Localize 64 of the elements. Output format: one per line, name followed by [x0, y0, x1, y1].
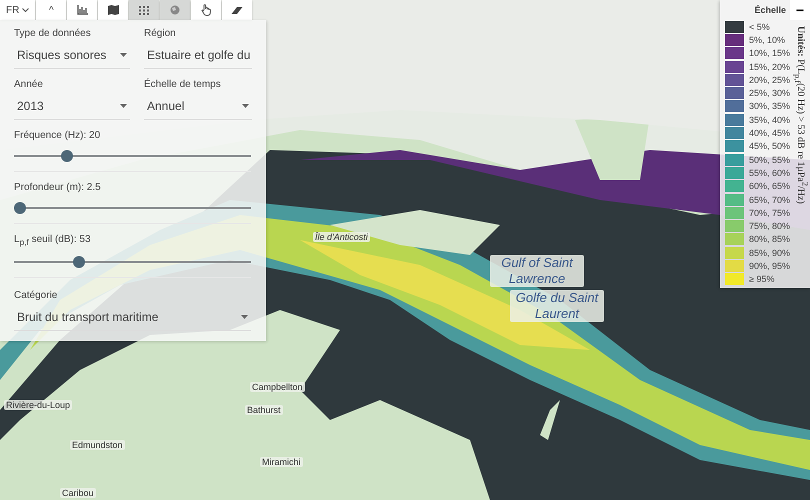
field-label: Année: [14, 79, 44, 90]
dropdown-field[interactable]: 2013: [14, 90, 130, 120]
grid-icon: [139, 6, 150, 14]
hand-icon: [201, 4, 212, 16]
caret-icon: [22, 8, 30, 12]
globe-icon: [170, 5, 180, 15]
slider-thumb[interactable]: [72, 256, 84, 268]
dropdown-field[interactable]: Bruit du transport maritime: [14, 301, 251, 331]
legend-label: 40%, 45%: [749, 128, 790, 138]
legend-label: 85%, 90%: [749, 248, 790, 258]
collapse-button[interactable]: ^: [36, 0, 66, 20]
slider-label: L$_{p,f}$ seuil (dB): 53: [14, 234, 92, 247]
slider-thumb[interactable]: [61, 150, 74, 162]
field-label: Échelle de temps: [144, 79, 222, 90]
map-label: Edmundston: [70, 440, 125, 450]
dropdown-field[interactable]: Annuel: [144, 90, 252, 120]
field-label: Région: [144, 28, 177, 39]
map-icon: [108, 5, 119, 15]
map-label: Caribou: [60, 488, 96, 498]
dropdown-arrow-icon: [120, 104, 127, 108]
map-label: Île d'Anticosti: [313, 232, 370, 242]
legend-label: < 5%: [749, 22, 770, 32]
legend-label: 75%, 80%: [749, 221, 790, 232]
chart-tool-button[interactable]: [67, 0, 98, 20]
slider-label: Fréquence (Hz): 20: [14, 130, 102, 141]
legend-label: 90%, 95%: [749, 260, 790, 271]
map-label: Golfe du Saint Laurent: [510, 290, 604, 322]
map-label: Miramichi: [260, 457, 303, 467]
map-label: Rivière-du-Loup: [4, 400, 72, 410]
dropdown-field[interactable]: Estuaire et golfe du: [144, 39, 252, 69]
legend-label: 80%, 85%: [749, 234, 790, 244]
map-tool-button[interactable]: [98, 0, 128, 20]
field-label: Type de données: [14, 28, 92, 39]
legend-label: 70%, 75%: [749, 208, 790, 218]
language-button[interactable]: FR: [0, 0, 36, 20]
map-label: Gulf of Saint Lawrence: [490, 255, 584, 287]
map-label: Bathurst: [245, 405, 283, 415]
dropdown-arrow-icon: [242, 104, 249, 108]
collapse-legend-button[interactable]: −: [790, 0, 810, 20]
legend-label: 55%, 60%: [749, 168, 790, 178]
legend-label: 20%, 25%: [749, 74, 790, 85]
legend-label: 50%, 55%: [749, 154, 790, 165]
legend-label: 5%, 10%: [749, 34, 786, 45]
legend-label: 15%, 20%: [749, 62, 790, 72]
legend-label: 35%, 40%: [749, 114, 790, 125]
eraser-icon: [231, 6, 244, 14]
bar-chart-icon: [76, 5, 88, 15]
eraser-tool-button[interactable]: [222, 0, 252, 20]
field-label: Catégorie: [14, 290, 58, 301]
legend-label: 65%, 70%: [749, 194, 790, 204]
legend-title: Échelle: [754, 5, 786, 15]
legend-label: 60%, 65%: [749, 181, 790, 192]
hand-tool-button[interactable]: [191, 0, 222, 20]
legend-label: ≥ 95%: [749, 274, 774, 284]
legend-label: 45%, 50%: [749, 141, 790, 152]
dropdown-field[interactable]: Risques sonores: [14, 39, 130, 69]
slider-thumb[interactable]: [14, 202, 26, 214]
dropdown-arrow-icon: [120, 53, 127, 57]
map-label: Campbellton: [250, 382, 305, 392]
legend-label: 25%, 30%: [749, 88, 790, 98]
dropdown-arrow-icon: [241, 315, 248, 319]
slider-label: Profondeur (m): 2.5: [14, 182, 102, 193]
legend-label: 10%, 15%: [749, 48, 790, 58]
legend-label: 30%, 35%: [749, 101, 790, 112]
